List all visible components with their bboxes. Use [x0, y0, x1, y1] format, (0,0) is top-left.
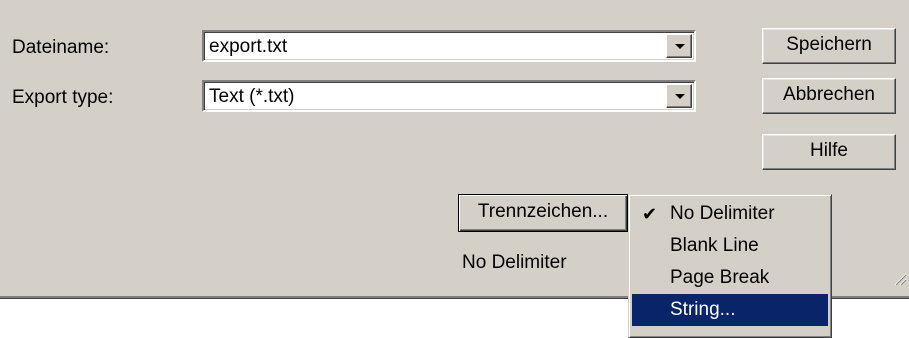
menu-item-blank-line[interactable]: Blank Line [632, 230, 828, 262]
chevron-down-icon [675, 44, 685, 49]
resize-grip-icon[interactable] [893, 272, 907, 286]
chevron-down-icon [675, 94, 685, 99]
menu-item-string[interactable]: String... [632, 294, 828, 326]
export-type-combobox[interactable]: Text (*.txt) [202, 80, 696, 112]
filename-value[interactable]: export.txt [209, 36, 287, 58]
delimiter-status-text: No Delimiter [462, 252, 567, 273]
cancel-button[interactable]: Abbrechen [762, 78, 896, 114]
menu-item-label: Page Break [670, 267, 770, 288]
filename-label: Dateiname: [12, 37, 110, 58]
menu-item-no-delimiter[interactable]: ✔ No Delimiter [632, 198, 828, 230]
menu-item-label: Blank Line [670, 235, 759, 256]
export-type-label: Export type: [12, 87, 114, 108]
menu-item-label: No Delimiter [670, 203, 775, 224]
checkmark-icon: ✔ [642, 204, 658, 224]
delimiter-button[interactable]: Trennzeichen... [458, 194, 628, 232]
save-button[interactable]: Speichern [762, 28, 896, 64]
delimiter-menu: ✔ No Delimiter Blank Line Page Break Str… [628, 194, 832, 338]
filename-combobox[interactable]: export.txt [202, 30, 696, 62]
menu-item-label: String... [670, 299, 736, 320]
export-type-value[interactable]: Text (*.txt) [209, 86, 295, 108]
menu-item-page-break[interactable]: Page Break [632, 262, 828, 294]
help-button[interactable]: Hilfe [762, 134, 896, 170]
export-type-dropdown-button[interactable] [666, 84, 692, 108]
filename-dropdown-button[interactable] [666, 34, 692, 58]
